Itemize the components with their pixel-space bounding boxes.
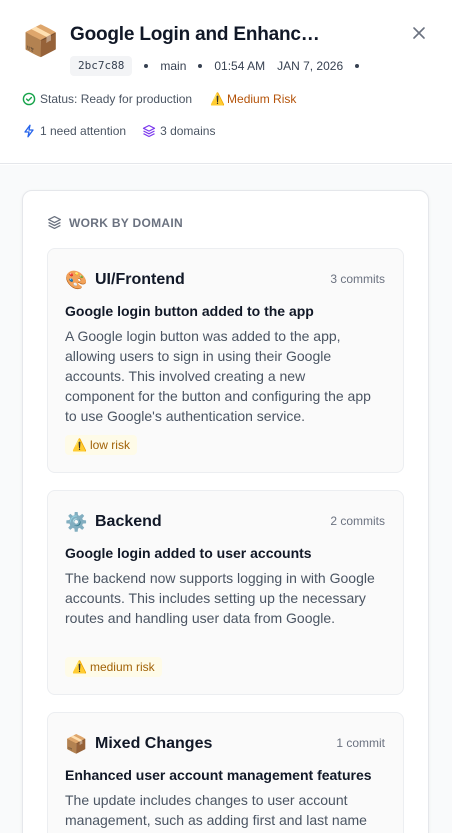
info-row: 1 need attention 3 domains [22,122,215,140]
panel-heading-text: WORK BY DOMAIN [69,215,183,230]
domain-card-header: ⚙️ Backend [65,511,162,533]
check-circle-icon [22,92,36,106]
commit-meta: 2bc7c88 main 01:54 AM JAN 7, 2026 [70,55,371,77]
domain-summary: Google login button added to the app [65,303,314,319]
commit-time: 01:54 AM [214,59,266,73]
risk-text: low risk [89,438,130,452]
domain-description: The update includes changes to user acco… [65,792,367,833]
branch-name: main [160,59,187,73]
commit-count: 1 commit [336,736,385,750]
domain-name: UI/Frontend [95,271,185,288]
risk-text: medium risk [89,660,155,674]
risk-text: Medium Risk [227,92,297,106]
palette-icon: 🎨 [65,270,88,290]
domain-card-backend[interactable]: ⚙️ Backend 2 commits Google login added … [47,490,404,695]
work-by-domain-panel: WORK BY DOMAIN 🎨 UI/Frontend 3 commits G… [22,190,429,833]
page-title: Google Login and Enhanced User Managemen… [70,24,320,45]
risk-badge: ⚠️ medium risk [65,657,162,677]
domain-card-header: 🎨 UI/Frontend [65,269,185,291]
commit-count: 2 commits [330,514,385,528]
commit-hash[interactable]: 2bc7c88 [70,56,133,76]
status-row: Status: Ready for production ⚠️ Medium R… [22,90,296,108]
gear-icon: ⚙️ [65,512,88,532]
domain-card-ui-frontend[interactable]: 🎨 UI/Frontend 3 commits Google login but… [47,248,404,473]
warning-icon: ⚠️ [72,660,87,674]
commit-count: 3 commits [330,272,385,286]
domain-card-mixed-changes[interactable]: 📦 Mixed Changes 1 commit Enhanced user a… [47,712,404,833]
domain-name: Mixed Changes [95,735,213,752]
commit-date: JAN 7, 2026 [277,59,344,73]
risk-badge: ⚠️ Medium Risk [210,92,296,106]
domains-indicator[interactable]: 3 domains [142,124,215,138]
layers-icon [47,215,62,230]
package-icon: 📦 [65,734,88,754]
close-button[interactable] [406,20,432,46]
separator-dot [355,64,360,68]
layers-icon [142,124,156,138]
domain-name: Backend [95,513,162,530]
commit-header: 📦 Google Login and Enhanced User Managem… [0,0,452,164]
domains-text: 3 domains [160,124,216,138]
domain-card-header: 📦 Mixed Changes [65,733,212,755]
separator-dot [198,64,203,68]
close-icon [413,27,425,39]
domain-description: A Google login button was added to the a… [65,328,371,424]
lightning-icon [22,124,36,138]
domain-description: The backend now supports logging in with… [65,570,375,626]
package-icon: 📦 [22,25,60,58]
separator-dot [144,64,149,68]
attention-indicator[interactable]: 1 need attention [22,124,126,138]
warning-icon: ⚠️ [210,92,226,106]
panel-heading: WORK BY DOMAIN [47,215,183,230]
risk-badge: ⚠️ low risk [65,435,137,455]
status-text: Status: Ready for production [40,92,193,106]
warning-icon: ⚠️ [72,438,87,452]
domain-summary: Enhanced user account management feature… [65,767,372,783]
domain-summary: Google login added to user accounts [65,545,312,561]
attention-text: 1 need attention [40,124,127,138]
